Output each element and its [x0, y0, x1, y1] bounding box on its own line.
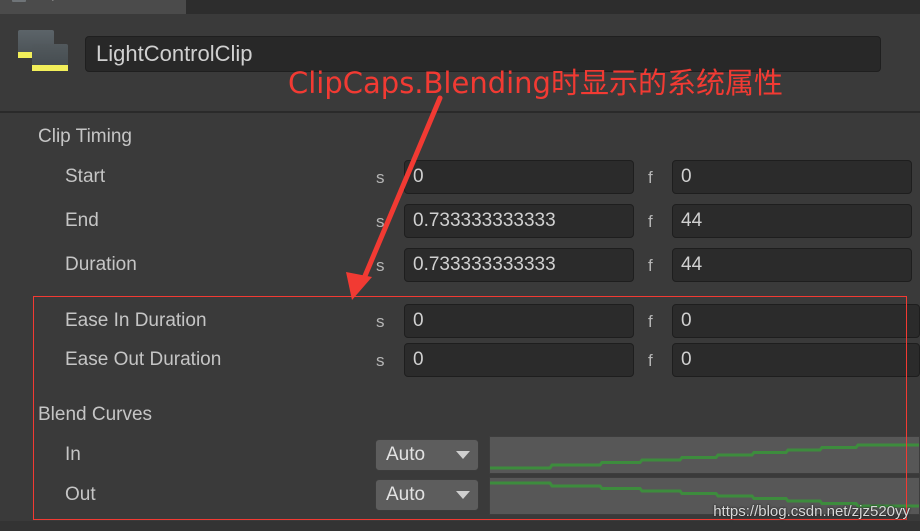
ease-out-seconds-input[interactable]: 0 — [404, 343, 634, 377]
blend-in-mode-value: Auto — [386, 444, 426, 465]
watermark: https://blog.csdn.net/zjz520yy — [713, 503, 910, 520]
duration-frames-input[interactable]: 44 — [672, 248, 912, 282]
ease-in-seconds-unit: s — [376, 312, 385, 331]
clip-timing-title: Clip Timing — [38, 126, 132, 147]
blend-curves-title: Blend Curves — [38, 404, 153, 425]
ease-out-frames-input[interactable]: 0 — [672, 343, 920, 377]
chevron-down-icon — [456, 491, 470, 499]
start-frames-input[interactable]: 0 — [672, 160, 912, 194]
tab-strip: Inspector — [0, 0, 920, 14]
ease-in-seconds-input[interactable]: 0 — [404, 304, 634, 338]
inspector-window: Inspector LightControlClip ClipCaps.Blen… — [0, 0, 920, 531]
header-separator — [0, 111, 920, 113]
ease-out-frames-unit: f — [648, 351, 653, 370]
footer-strip — [0, 521, 920, 531]
blend-out-label: Out — [65, 484, 96, 505]
blend-in-mode-dropdown[interactable]: Auto — [375, 439, 479, 471]
blend-out-mode-value: Auto — [386, 484, 426, 505]
start-label: Start — [65, 166, 106, 187]
start-seconds-input[interactable]: 0 — [404, 160, 634, 194]
inspector-icon — [12, 0, 26, 2]
end-label: End — [65, 210, 99, 231]
ease-in-duration-label: Ease In Duration — [65, 310, 207, 331]
end-seconds-input[interactable]: 0.733333333333 — [404, 204, 634, 238]
duration-seconds-input[interactable]: 0.733333333333 — [404, 248, 634, 282]
chevron-down-icon — [456, 451, 470, 459]
timeline-clip-icon — [16, 28, 72, 72]
blend-out-mode-dropdown[interactable]: Auto — [375, 479, 479, 511]
blend-in-label: In — [65, 444, 81, 465]
start-frames-unit: f — [648, 168, 653, 187]
end-seconds-unit: s — [376, 212, 385, 231]
end-frames-input[interactable]: 44 — [672, 204, 912, 238]
ease-in-frames-unit: f — [648, 312, 653, 331]
blend-in-curve-preview[interactable] — [489, 436, 920, 474]
ease-out-duration-label: Ease Out Duration — [65, 349, 222, 370]
ease-in-frames-input[interactable]: 0 — [672, 304, 920, 338]
ease-in-rising-curve — [490, 443, 919, 470]
ease-out-seconds-unit: s — [376, 351, 385, 370]
duration-frames-unit: f — [648, 256, 653, 275]
duration-seconds-unit: s — [376, 256, 385, 275]
tab-strip-background — [186, 0, 920, 14]
start-seconds-unit: s — [376, 168, 385, 187]
tab-inspector[interactable] — [0, 0, 186, 14]
tab-inspector-label: Inspector — [34, 0, 87, 1]
annotation-text: ClipCaps.Blending时显示的系统属性 — [288, 66, 783, 100]
duration-label: Duration — [65, 254, 137, 275]
end-frames-unit: f — [648, 212, 653, 231]
